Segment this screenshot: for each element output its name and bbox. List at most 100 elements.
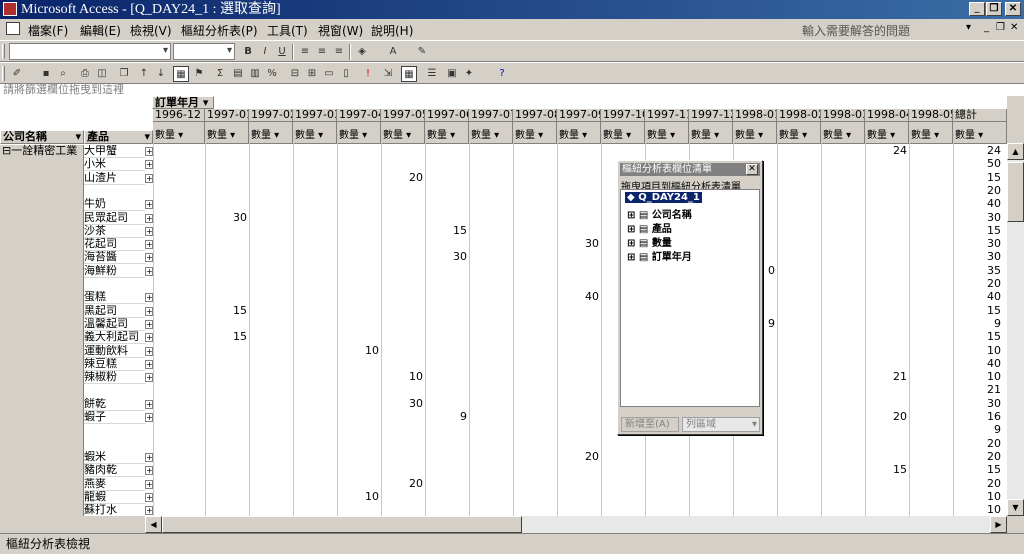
data-field-header[interactable]: 數量 ▾ <box>601 122 645 144</box>
data-field-header[interactable]: 數量 ▾ <box>909 122 953 144</box>
database-window-icon[interactable]: ▣ <box>444 66 460 82</box>
data-cell[interactable]: 30 <box>381 398 425 410</box>
hscroll-thumb[interactable] <box>162 516 522 533</box>
help-icon[interactable]: ? <box>494 66 510 82</box>
product-row-header[interactable]: 山渣片 <box>84 172 145 185</box>
data-field-header[interactable]: 數量 ▾ <box>733 122 777 144</box>
product-row-header[interactable]: 海鮮粉 <box>84 265 145 278</box>
month-header[interactable]: 1997-11 <box>645 109 689 122</box>
data-cell[interactable]: 20 <box>557 451 601 463</box>
column-field-button[interactable]: 訂單年月 ▾ <box>152 96 214 109</box>
data-field-header[interactable]: 數量 ▾ <box>381 122 425 144</box>
doc-minimize-button[interactable]: _ <box>984 22 989 33</box>
print-icon[interactable]: ⎙ <box>77 66 93 82</box>
export-excel-icon[interactable]: ⇲ <box>380 66 396 82</box>
data-field-header[interactable]: 數量 ▾ <box>293 122 337 144</box>
menu-view[interactable]: 檢視(V) <box>130 22 172 39</box>
month-header[interactable]: 1997-03 <box>293 109 337 122</box>
object-combo[interactable] <box>9 43 171 60</box>
month-header[interactable]: 1998-05 <box>909 109 953 122</box>
menu-file[interactable]: 檔案(F) <box>28 22 68 39</box>
data-cell[interactable]: 30 <box>425 251 469 263</box>
data-cell[interactable]: 20 <box>381 172 425 184</box>
align-center-icon[interactable]: ≡ <box>314 44 330 60</box>
row-field-company-button[interactable]: 公司名稱 ▾ <box>0 130 84 144</box>
month-header[interactable]: 1997-04 <box>337 109 381 122</box>
data-field-header[interactable]: 數量 ▾ <box>689 122 733 144</box>
expand-icon[interactable]: ⊞ <box>304 66 320 82</box>
data-field-header[interactable]: 數量 ▾ <box>249 122 293 144</box>
menu-pivot[interactable]: 樞紐分析表(P) <box>181 22 258 39</box>
expand-icon[interactable]: + <box>145 200 153 209</box>
product-row-header[interactable]: 豬肉乾 <box>84 464 145 477</box>
sort-desc-icon[interactable]: ↓ <box>153 66 169 82</box>
calc-field-icon[interactable]: ▥ <box>247 66 263 82</box>
product-row-header[interactable]: 民眾起司 <box>84 212 145 225</box>
product-row-header[interactable]: 大甲蟹 <box>84 145 145 158</box>
month-header[interactable]: 1998-02 <box>777 109 821 122</box>
product-row-header[interactable]: 牛奶 <box>84 198 145 211</box>
expand-icon[interactable]: + <box>145 506 153 515</box>
align-left-icon[interactable]: ≡ <box>297 44 313 60</box>
data-cell[interactable]: 30 <box>557 238 601 250</box>
expand-icon[interactable]: + <box>145 174 153 183</box>
expand-icon[interactable]: + <box>145 413 153 422</box>
field-item-order-month[interactable]: ⊞ ▤ 訂單年月 <box>627 248 692 263</box>
expand-icon[interactable]: + <box>145 240 153 249</box>
menu-tools[interactable]: 工具(T) <box>267 22 308 39</box>
align-right-icon[interactable]: ≡ <box>331 44 347 60</box>
show-details-icon[interactable]: ▯ <box>338 66 354 82</box>
collapse-icon[interactable]: ⊟ <box>287 66 303 82</box>
properties-icon[interactable]: ☰ <box>424 66 440 82</box>
product-row-header[interactable]: 黑起司 <box>84 305 145 318</box>
expand-icon[interactable]: + <box>145 253 153 262</box>
data-cell[interactable]: 15 <box>865 464 909 476</box>
data-cell[interactable]: 24 <box>865 145 909 157</box>
expand-icon[interactable]: + <box>145 360 153 369</box>
toolbar-grip-2[interactable] <box>2 66 5 81</box>
show-top-icon[interactable]: ⚑ <box>191 66 207 82</box>
product-row-header[interactable]: 蘇打水 <box>84 504 145 516</box>
data-field-header[interactable]: 數量 ▾ <box>513 122 557 144</box>
expand-icon[interactable]: + <box>145 453 153 462</box>
month-header[interactable]: 1997-10 <box>601 109 645 122</box>
expand-icon[interactable]: + <box>145 227 153 236</box>
expand-icon[interactable]: + <box>145 214 153 223</box>
data-cell[interactable]: 30 <box>205 212 249 224</box>
product-row-header[interactable]: 辣豆糕 <box>84 358 145 371</box>
month-header[interactable]: 1997-01 <box>205 109 249 122</box>
data-field-header[interactable]: 數量 ▾ <box>645 122 689 144</box>
scroll-thumb[interactable] <box>1007 162 1024 222</box>
field-list-close-button[interactable]: ✕ <box>746 164 758 175</box>
month-header[interactable]: 1997-02 <box>249 109 293 122</box>
autofilter-icon[interactable]: ▦ <box>173 66 189 82</box>
save-icon[interactable]: ▪ <box>38 66 54 82</box>
search-icon[interactable]: ⌕ <box>55 66 71 82</box>
close-button[interactable]: ✕ <box>1005 2 1021 16</box>
document-icon[interactable] <box>6 22 20 35</box>
expand-icon[interactable]: + <box>145 466 153 475</box>
field-list-root[interactable]: ◆ Q_DAY24_1 <box>625 192 702 203</box>
italic-icon[interactable]: I <box>257 44 273 60</box>
product-row-header[interactable]: 花起司 <box>84 238 145 251</box>
row-field-product-button[interactable]: 產品 ▾ <box>84 130 153 144</box>
autocalc-icon[interactable]: Σ <box>212 66 228 82</box>
doc-close-button[interactable]: ✕ <box>1010 22 1018 33</box>
data-cell[interactable]: 10 <box>381 371 425 383</box>
vertical-scrollbar[interactable]: ▲ ▼ <box>1007 143 1024 516</box>
filter-drop-zone[interactable]: 請將篩選欄位拖曳到這裡 <box>0 84 1024 96</box>
month-header[interactable]: 1997-07 <box>469 109 513 122</box>
data-field-header[interactable]: 數量 ▾ <box>337 122 381 144</box>
product-row-header[interactable]: 龍蝦 <box>84 491 145 504</box>
month-header[interactable]: 1998-03 <box>821 109 865 122</box>
expand-icon[interactable]: + <box>145 480 153 489</box>
product-row-header[interactable]: 餅乾 <box>84 398 145 411</box>
data-cell[interactable]: 20 <box>381 478 425 490</box>
menu-edit[interactable]: 編輯(E) <box>80 22 121 39</box>
month-header[interactable]: 1997-09 <box>557 109 601 122</box>
field-item-product[interactable]: ⊞ ▤ 產品 <box>627 220 672 235</box>
month-header[interactable]: 1996-12 <box>153 109 205 122</box>
total-data-header[interactable]: 數量 ▾ <box>953 122 1007 144</box>
month-header[interactable]: 1998-01 <box>733 109 777 122</box>
help-question-box[interactable]: 輸入需要解答的問題 <box>802 22 910 39</box>
